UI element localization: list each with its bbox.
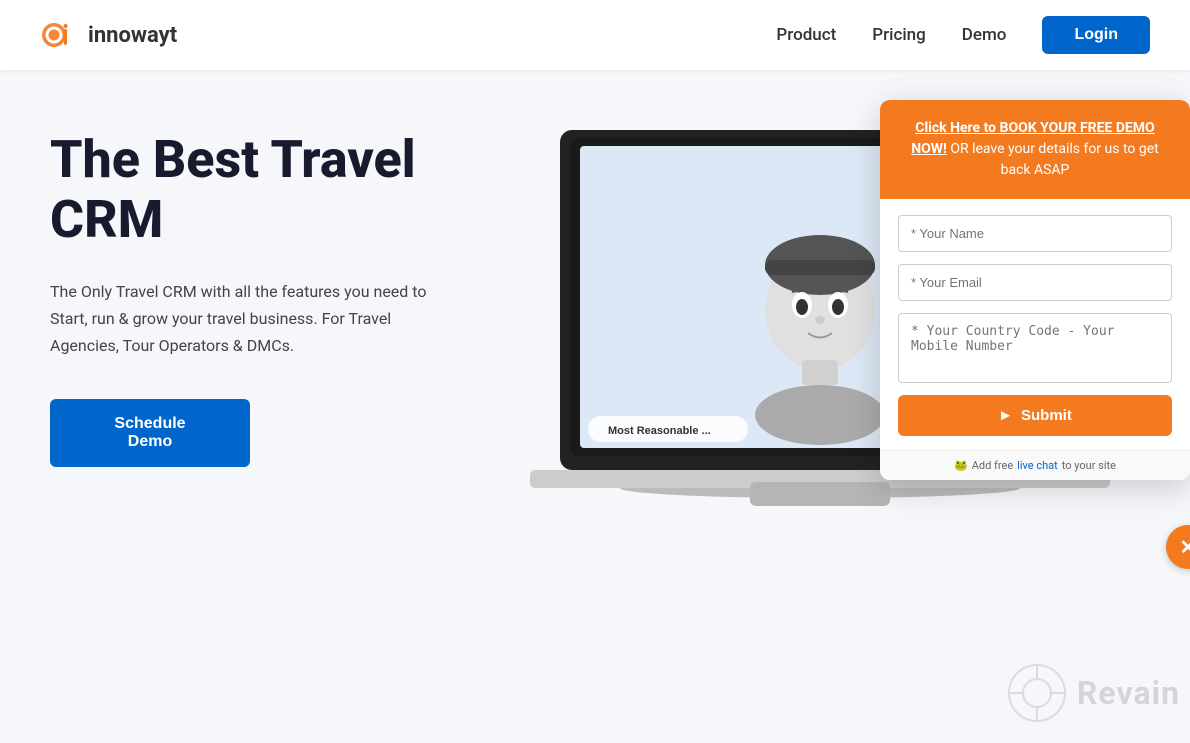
hero-title: The Best Travel CRM	[50, 130, 460, 250]
nav-links: Product Pricing Demo Login	[776, 16, 1150, 54]
mobile-input[interactable]	[898, 313, 1172, 383]
submit-label: Submit	[1021, 407, 1072, 424]
nav-demo[interactable]: Demo	[962, 25, 1007, 45]
popup-header-text: Click Here to BOOK YOUR FREE DEMO NOW! O…	[900, 118, 1170, 181]
popup-header: Click Here to BOOK YOUR FREE DEMO NOW! O…	[880, 100, 1190, 199]
login-button[interactable]: Login	[1042, 16, 1150, 54]
close-icon: ✕	[1180, 537, 1190, 557]
popup-footer: 🐸 Add free live chat to your site	[880, 450, 1190, 480]
footer-text-2: to your site	[1062, 459, 1116, 472]
submit-button[interactable]: ► Submit	[898, 395, 1172, 436]
footer-icon: 🐸	[954, 459, 968, 472]
revain-icon	[1007, 663, 1067, 723]
email-input[interactable]	[898, 264, 1172, 301]
navbar: innowayt Product Pricing Demo Login	[0, 0, 1190, 70]
hero-subtitle: The Only Travel CRM with all the feature…	[50, 278, 460, 360]
popup-form: Click Here to BOOK YOUR FREE DEMO NOW! O…	[880, 100, 1190, 480]
revain-badge: Revain	[1007, 663, 1180, 723]
popup-body: ► Submit	[880, 199, 1190, 450]
name-input[interactable]	[898, 215, 1172, 252]
close-button[interactable]: ✕	[1166, 525, 1190, 569]
svg-text:Most Reasonable ...: Most Reasonable ...	[608, 425, 711, 437]
hero-right: Most Reasonable ... Click Here to BOOK Y…	[500, 70, 1190, 743]
nav-product[interactable]: Product	[776, 25, 836, 45]
footer-text-1: Add free	[972, 459, 1013, 472]
schedule-demo-button[interactable]: Schedule Demo	[50, 399, 250, 467]
logo-icon	[40, 15, 80, 55]
hero-left: The Best Travel CRM The Only Travel CRM …	[0, 70, 500, 743]
logo[interactable]: innowayt	[40, 15, 177, 55]
brand-name: innowayt	[88, 23, 177, 48]
main-content: The Best Travel CRM The Only Travel CRM …	[0, 70, 1190, 743]
nav-pricing[interactable]: Pricing	[872, 25, 926, 45]
revain-label: Revain	[1077, 674, 1180, 712]
submit-icon: ►	[998, 407, 1013, 424]
footer-chat-link[interactable]: live chat	[1017, 459, 1058, 472]
